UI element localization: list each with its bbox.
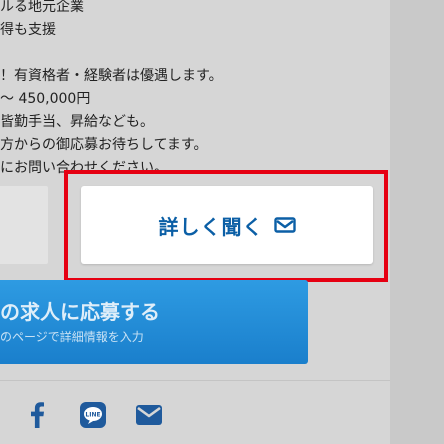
section-divider bbox=[0, 380, 390, 381]
job-text-line: ルる地元企業 bbox=[0, 0, 84, 15]
call-button[interactable] bbox=[0, 186, 48, 264]
job-text-gap bbox=[0, 42, 390, 65]
apply-job-button[interactable]: の求人に応募する のページで詳細情報を入力 bbox=[0, 280, 308, 364]
job-text-line: 方からの御応募お待ちしてます。 bbox=[0, 137, 208, 153]
line-icon[interactable]: LINE bbox=[78, 400, 108, 430]
apply-job-title: の求人に応募する bbox=[0, 300, 160, 324]
page-gutter bbox=[390, 0, 444, 444]
job-text-line: ！有資格者・経験者は優遇します。 bbox=[0, 68, 223, 84]
facebook-icon[interactable] bbox=[22, 400, 52, 430]
apply-job-subtitle: のページで詳細情報を入力 bbox=[0, 330, 144, 344]
mail-share-icon[interactable] bbox=[134, 400, 164, 430]
job-text-line: 皆勤手当、昇給なども。 bbox=[0, 114, 154, 130]
share-row: LINE bbox=[0, 400, 390, 430]
job-description: ルる地元企業 得も支援 ！有資格者・経験者は優遇します。 〜 450,000円 … bbox=[0, 0, 390, 180]
highlight-frame bbox=[64, 170, 388, 282]
job-text-line: 得も支援 bbox=[0, 22, 56, 38]
svg-text:LINE: LINE bbox=[85, 412, 100, 419]
job-text-line: 〜 450,000円 bbox=[0, 91, 91, 107]
